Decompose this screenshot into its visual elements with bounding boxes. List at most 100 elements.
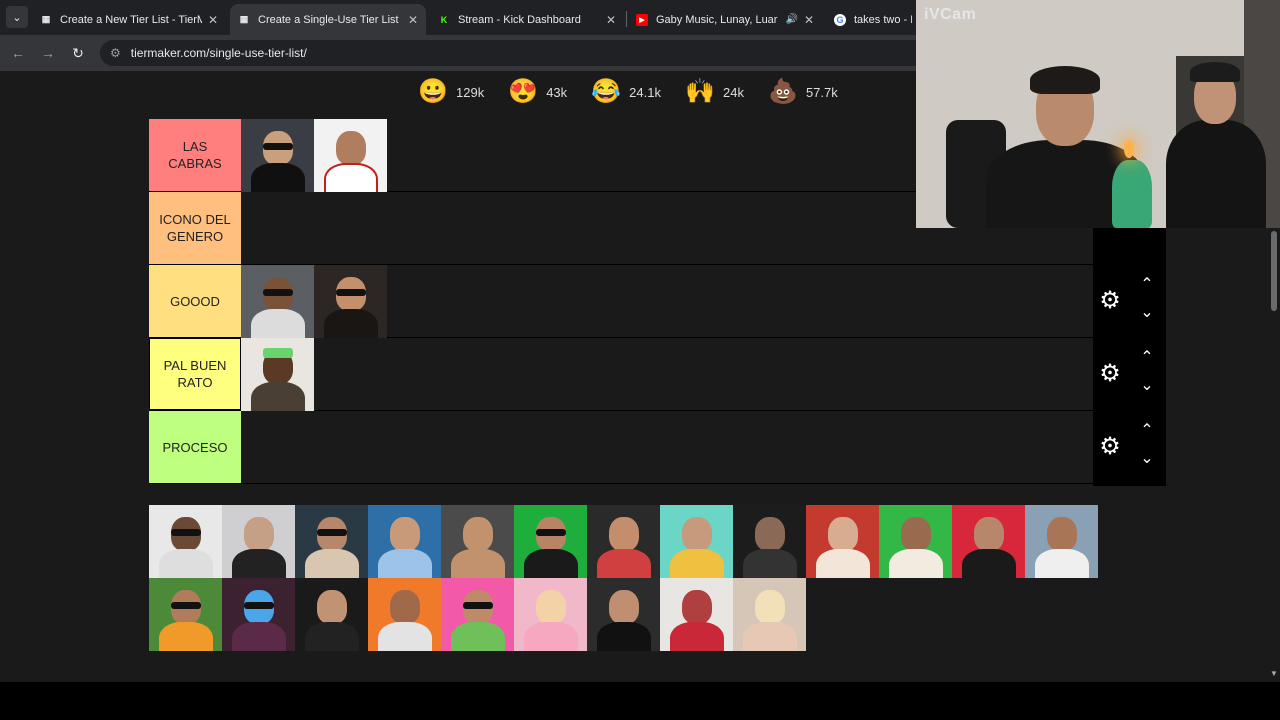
reaction-count: 24k xyxy=(722,84,744,100)
pool-item-image[interactable] xyxy=(514,578,587,651)
tier-controls-row: ⚙ ⌃ ⌄ xyxy=(1093,265,1166,338)
pool-item-image[interactable] xyxy=(806,505,879,578)
pool-item-image[interactable] xyxy=(587,578,660,651)
pool-item-image[interactable] xyxy=(295,505,368,578)
pool-item-image[interactable] xyxy=(660,505,733,578)
bottom-bar xyxy=(0,682,1280,720)
chevron-down-icon[interactable]: ⌄ xyxy=(1135,305,1159,321)
pool-item-image[interactable] xyxy=(222,578,295,651)
webcam-person-right-cap xyxy=(1190,62,1240,82)
close-icon[interactable]: ✕ xyxy=(606,13,616,27)
reaction-count: 43k xyxy=(546,84,568,100)
tiermaker-icon: ▦ xyxy=(239,14,249,24)
tab-create-new-tier-list[interactable]: ▦ Create a New Tier List - TierMaker ✕ xyxy=(32,4,226,35)
pool-item-image[interactable] xyxy=(952,505,1025,578)
pool-item-image[interactable] xyxy=(295,578,368,651)
pool-item-image[interactable] xyxy=(368,578,441,651)
reaction-heart-eyes[interactable]: 😍 43k xyxy=(508,77,567,107)
reaction-count: 24.1k xyxy=(629,84,661,100)
grinning-face-icon: 😀 xyxy=(418,78,448,105)
pool-item-image[interactable] xyxy=(149,505,222,578)
pool-item-image[interactable] xyxy=(368,505,441,578)
tab-title: Create a Single-Use Tier List (Pr xyxy=(258,13,402,26)
tier-label[interactable]: PAL BUEN RATO xyxy=(149,338,241,410)
close-icon[interactable]: ✕ xyxy=(208,13,218,27)
pool-item-image[interactable] xyxy=(441,505,514,578)
tier-item-image[interactable] xyxy=(241,338,314,411)
webcam-person-left-hair xyxy=(1030,66,1100,94)
tier-row: PROCESO xyxy=(149,411,1093,484)
tier-items[interactable] xyxy=(241,338,314,411)
pool-item-image[interactable] xyxy=(733,505,806,578)
tier-item-image[interactable] xyxy=(241,119,314,192)
reaction-count: 129k xyxy=(456,84,485,100)
tier-items[interactable] xyxy=(241,119,387,192)
pool-item-image[interactable] xyxy=(149,578,222,651)
reaction-laughing[interactable]: 😂 24.1k xyxy=(591,77,661,107)
webcam-candle xyxy=(1124,140,1134,158)
tier-item-image[interactable] xyxy=(314,119,387,192)
gear-icon[interactable]: ⚙ xyxy=(1098,362,1122,386)
tab-title: Create a New Tier List - TierMaker xyxy=(60,13,202,26)
reaction-grinning[interactable]: 😀 129k xyxy=(418,77,484,107)
tab-google-takes-two[interactable]: G takes two - Bu xyxy=(826,4,920,35)
tier-label[interactable]: ICONO DEL GENERO xyxy=(149,192,241,264)
tab-search-button[interactable]: ⌄ xyxy=(6,6,28,28)
tier-item-image[interactable] xyxy=(241,265,314,338)
scrollbar-thumb[interactable] xyxy=(1271,231,1277,311)
laughing-face-icon: 😂 xyxy=(591,78,622,105)
tab-single-use-tier-list[interactable]: ▦ Create a Single-Use Tier List (Pr ✕ xyxy=(230,4,426,35)
chevron-up-icon[interactable]: ⌃ xyxy=(1135,423,1159,439)
tab-title: takes two - Bu xyxy=(854,13,912,26)
url-text: tiermaker.com/single-use-tier-list/ xyxy=(130,46,307,60)
speaker-icon[interactable]: 🔊 xyxy=(785,14,797,25)
tab-kick-dashboard[interactable]: K Stream - Kick Dashboard ✕ xyxy=(430,4,624,35)
pool-item-image[interactable] xyxy=(587,505,660,578)
site-settings-icon[interactable]: ⚙ xyxy=(110,46,121,60)
tier-items[interactable] xyxy=(241,265,387,338)
tab-separator xyxy=(626,11,627,27)
tab-title: Gaby Music, Lunay, Luar La xyxy=(656,13,782,26)
tier-controls-row: ⚙ ⌃ ⌄ xyxy=(1093,411,1166,484)
chevron-down-icon[interactable]: ⌄ xyxy=(1135,451,1159,467)
browser-window: ⌄ ▦ Create a New Tier List - TierMaker ✕… xyxy=(0,0,1280,720)
pool-item-image[interactable] xyxy=(733,578,806,651)
tier-label[interactable]: LAS CABRAS xyxy=(149,119,241,191)
raised-hands-icon: 🙌 xyxy=(685,78,715,105)
youtube-icon: ▶ xyxy=(636,13,648,26)
scroll-down-icon[interactable]: ▼ xyxy=(1270,669,1278,678)
tier-row: GOOOD xyxy=(149,265,1093,338)
pool-item-image[interactable] xyxy=(514,505,587,578)
poop-icon: 💩 xyxy=(768,78,798,105)
chevron-up-icon[interactable]: ⌃ xyxy=(1135,277,1159,293)
pool-item-image[interactable] xyxy=(222,505,295,578)
forward-arrow-icon[interactable]: → xyxy=(38,43,58,63)
pool-item-image[interactable] xyxy=(879,505,952,578)
pool-item-image[interactable] xyxy=(660,578,733,651)
webcam-overlay: iVCam xyxy=(916,0,1280,228)
tier-label[interactable]: PROCESO xyxy=(149,411,241,483)
close-icon[interactable]: ✕ xyxy=(408,13,418,27)
gear-icon[interactable]: ⚙ xyxy=(1098,289,1122,313)
reaction-poop[interactable]: 💩 57.7k xyxy=(768,77,838,107)
tier-item-image[interactable] xyxy=(314,265,387,338)
back-arrow-icon[interactable]: ← xyxy=(8,43,28,63)
pool-item-image[interactable] xyxy=(1025,505,1098,578)
google-icon: G xyxy=(834,13,846,26)
reaction-bar: 😀 129k 😍 43k 😂 24.1k 🙌 24k 💩 57.7k xyxy=(418,76,862,108)
webcam-person-right xyxy=(1166,120,1266,228)
reaction-raised-hands[interactable]: 🙌 24k xyxy=(685,77,744,107)
heart-eyes-icon: 😍 xyxy=(508,78,539,105)
tier-label[interactable]: GOOOD xyxy=(149,265,241,337)
pool-item-image[interactable] xyxy=(441,578,514,651)
tier-controls-row: ⚙ ⌃ ⌄ xyxy=(1093,338,1166,411)
close-icon[interactable]: ✕ xyxy=(804,13,814,27)
unranked-image-pool xyxy=(149,505,1166,651)
tab-youtube-gaby-music[interactable]: ▶ Gaby Music, Lunay, Luar La 🔊 ✕ xyxy=(628,4,822,35)
reload-icon[interactable]: ↻ xyxy=(68,43,88,63)
tiermaker-icon: ▦ xyxy=(41,14,51,24)
gear-icon[interactable]: ⚙ xyxy=(1098,435,1122,459)
chevron-up-icon[interactable]: ⌃ xyxy=(1135,350,1159,366)
chevron-down-icon[interactable]: ⌄ xyxy=(1135,378,1159,394)
kick-icon: K xyxy=(440,14,448,25)
